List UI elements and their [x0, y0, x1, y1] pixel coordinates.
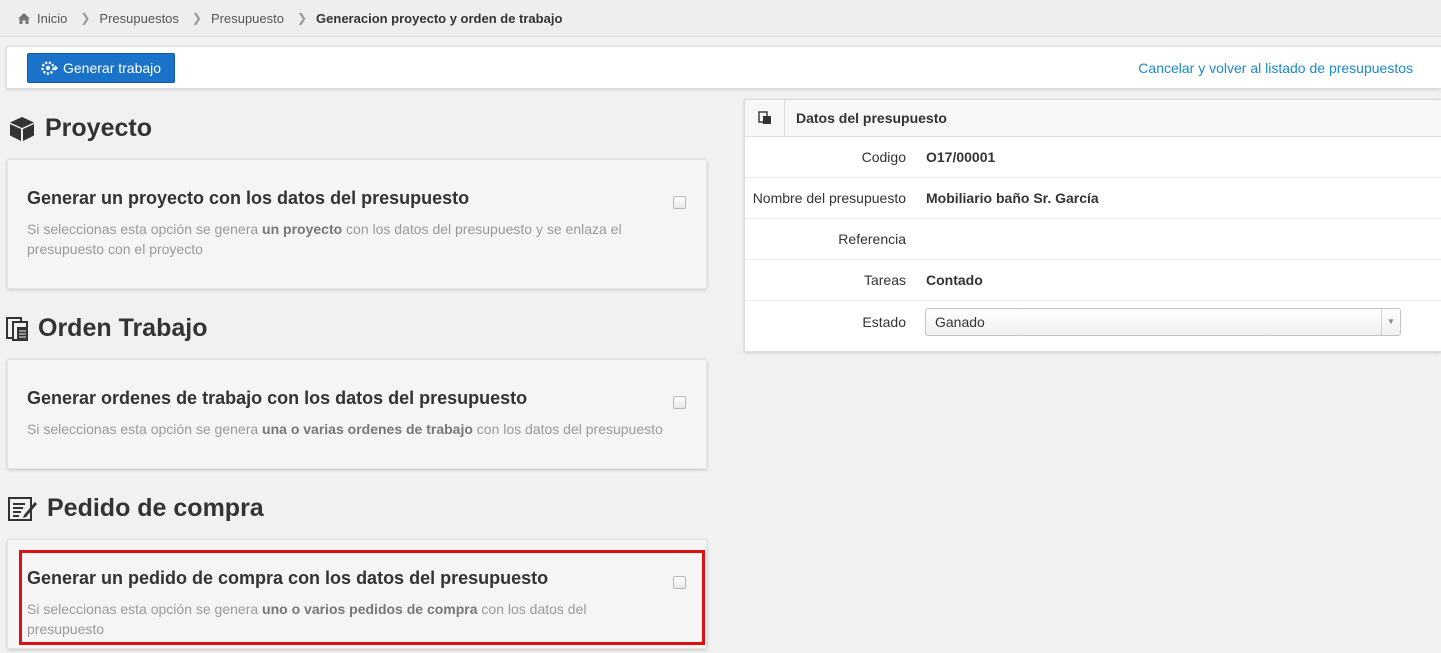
desc-bold: una o varias ordenes de trabajo	[262, 421, 473, 437]
breadcrumb-current: Generacion proyecto y orden de trabajo	[316, 10, 563, 26]
row-label: Nombre del presupuesto	[752, 190, 906, 206]
card-title: Generar un proyecto con los datos del pr…	[27, 188, 470, 208]
data-row-nombre: Nombre del presupuesto Mobiliario baño S…	[745, 178, 1441, 219]
data-row-referencia: Referencia	[745, 219, 1441, 260]
card-description: Si seleccionas esta opción se genera una…	[27, 419, 667, 439]
generate-work-label: Generar trabajo	[63, 60, 162, 76]
budget-data-panel: Datos del presupuesto Codigo O17/00001 N…	[744, 99, 1441, 352]
data-row-estado: Estado Ganado ▼	[745, 301, 1441, 342]
row-label: Referencia	[838, 231, 906, 247]
row-value: O17/00001	[926, 149, 996, 165]
row-label: Tareas	[863, 272, 906, 288]
card-description: Si seleccionas esta opción se genera un …	[27, 219, 667, 259]
highlight-box	[19, 550, 705, 645]
option-card-proyecto: Generar un proyecto con los datos del pr…	[7, 159, 707, 289]
chevron-down-icon[interactable]: ▼	[1381, 308, 1400, 335]
breadcrumb-item-presupuesto[interactable]: Presupuesto	[211, 11, 284, 26]
estado-select-value: Ganado	[935, 313, 985, 330]
section-title-text: Pedido de compra	[47, 494, 264, 522]
home-icon	[18, 12, 30, 24]
orden-checkbox[interactable]	[673, 396, 686, 409]
breadcrumb: Inicio ❯ Presupuestos ❯ Presupuesto ❯ Ge…	[0, 0, 1441, 37]
panel-header: Datos del presupuesto	[745, 100, 1441, 137]
breadcrumb-item-inicio[interactable]: Inicio	[37, 11, 67, 26]
section-title-text: Proyecto	[45, 114, 152, 142]
data-row-tareas: Tareas Contado	[745, 260, 1441, 301]
gear-arrow-icon	[41, 61, 58, 75]
row-label: Estado	[862, 313, 906, 330]
row-label: Codigo	[861, 149, 906, 165]
section-title-text: Orden Trabajo	[38, 314, 208, 342]
desc-text: con los datos del presupuesto	[472, 421, 663, 437]
panel-title: Datos del presupuesto	[796, 110, 947, 126]
document-copy-icon	[745, 100, 785, 136]
breadcrumb-home[interactable]: Inicio	[17, 11, 67, 26]
cancel-link[interactable]: Cancelar y volver al listado de presupue…	[1138, 60, 1413, 76]
section-title-proyecto: Proyecto	[8, 114, 152, 143]
option-card-orden: Generar ordenes de trabajo con los datos…	[7, 359, 707, 469]
desc-bold: un proyecto	[262, 221, 343, 237]
row-value: Contado	[926, 272, 983, 288]
chevron-right-icon: ❯	[80, 11, 91, 25]
data-row-codigo: Codigo O17/00001	[745, 137, 1441, 178]
work-order-icon	[6, 316, 28, 341]
proyecto-checkbox[interactable]	[673, 196, 686, 209]
card-title: Generar ordenes de trabajo con los datos…	[27, 388, 528, 408]
section-title-orden: Orden Trabajo	[6, 314, 207, 343]
chevron-right-icon: ❯	[191, 11, 202, 25]
breadcrumb-item-presupuestos[interactable]: Presupuestos	[99, 11, 179, 26]
generate-work-button[interactable]: Generar trabajo	[27, 53, 175, 83]
edit-document-icon	[8, 496, 37, 521]
row-value: Mobiliario baño Sr. García	[926, 190, 1099, 206]
toolbar: Generar trabajo Cancelar y volver al lis…	[6, 46, 1441, 89]
desc-text: Si seleccionas esta opción se genera	[27, 421, 263, 437]
desc-text: Si seleccionas esta opción se genera	[27, 221, 263, 237]
chevron-right-icon: ❯	[296, 11, 308, 25]
section-title-pedido: Pedido de compra	[8, 494, 264, 523]
estado-select[interactable]: Ganado ▼	[925, 307, 1401, 336]
cube-icon	[10, 116, 34, 141]
